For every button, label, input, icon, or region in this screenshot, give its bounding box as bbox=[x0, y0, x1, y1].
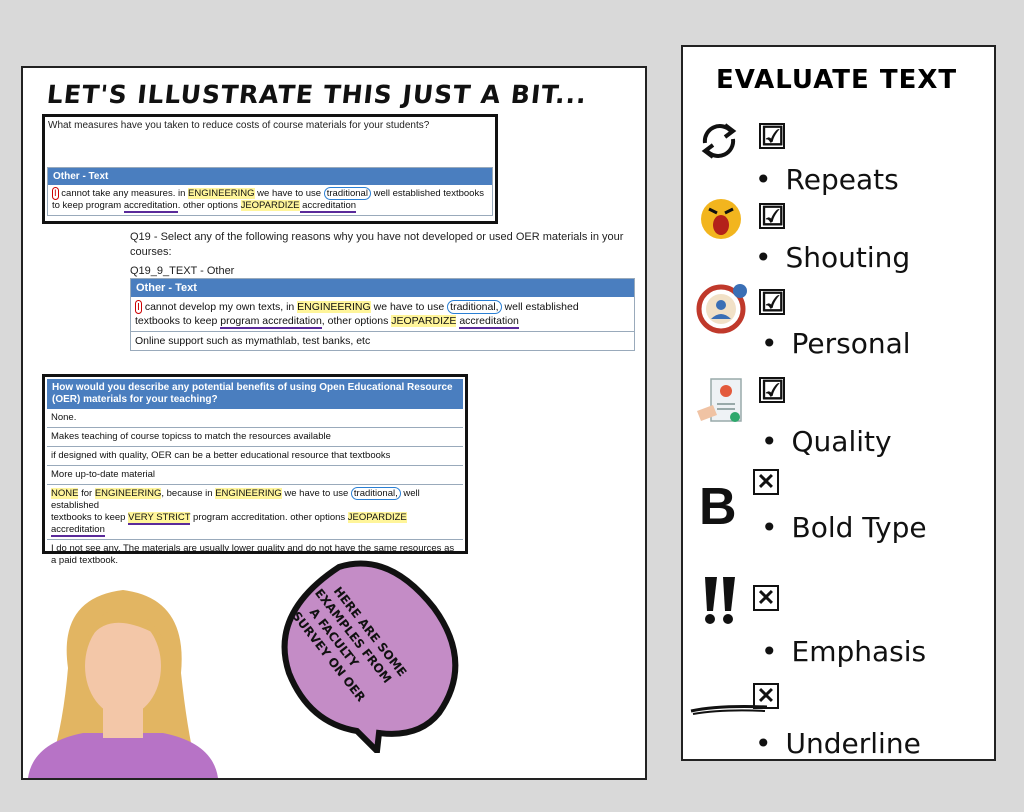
b2r5-e: ENGINEERING bbox=[215, 488, 282, 499]
survey-response-box-2: How would you describe any potential ben… bbox=[42, 374, 468, 566]
x-mark-icon: ✕ bbox=[756, 469, 776, 494]
survey-response-box-1: What measures have you taken to reduce c… bbox=[42, 114, 498, 224]
box1-l1-b: cannot take any measures. in bbox=[58, 188, 189, 199]
b2r5-2d: JEOPARDIZE bbox=[347, 512, 407, 523]
box1-l2-d: JEOPARDIZE bbox=[240, 200, 300, 211]
box1-l2-e: accreditation bbox=[299, 200, 357, 213]
x-mark-icon: ✕ bbox=[756, 683, 776, 708]
q19-table: Other - Text I cannot develop my own tex… bbox=[130, 278, 635, 351]
box1-question: What measures have you taken to reduce c… bbox=[48, 120, 430, 131]
b2r5-2a: textbooks to keep bbox=[51, 512, 129, 523]
q19-question: Q19 - Select any of the following reason… bbox=[130, 231, 624, 258]
box1-l1-d: we have to use bbox=[254, 188, 324, 199]
b2r5-g: traditional, bbox=[350, 487, 401, 500]
q19-l1-a: I bbox=[135, 300, 142, 314]
personal-settings-icon bbox=[696, 284, 747, 334]
label-repeats: Repeats bbox=[755, 163, 899, 196]
survey-illustration-panel: LET'S ILLUSTRATE THIS JUST A BIT... What… bbox=[21, 66, 647, 780]
b2r5-a: NONE bbox=[51, 488, 79, 499]
box2-row-5: NONE for ENGINEERING, because in ENGINEE… bbox=[47, 485, 463, 540]
box1-l1-f: well established textbooks bbox=[370, 188, 484, 199]
box1-l2-b: accreditation bbox=[123, 200, 178, 213]
box1-l1-e: traditional bbox=[323, 187, 371, 200]
personal-checkbox[interactable]: ☑ bbox=[759, 289, 785, 315]
b2r5-2c: program accreditation. other options bbox=[190, 512, 348, 523]
box2-row-3: if designed with quality, OER can be a b… bbox=[47, 447, 463, 466]
repeat-icon bbox=[701, 123, 737, 159]
box2-table-header: How would you describe any potential ben… bbox=[47, 379, 463, 409]
check-mark-icon: ☑ bbox=[761, 287, 785, 317]
box1-table-header: Other - Text bbox=[48, 168, 492, 185]
check-mark-icon: ☑ bbox=[761, 375, 785, 405]
underline-checkbox[interactable]: ✕ bbox=[753, 683, 779, 709]
box1-response-row: I cannot take any measures. in ENGINEERI… bbox=[48, 185, 492, 215]
box2-table: How would you describe any potential ben… bbox=[47, 379, 463, 570]
q19-l1-d: we have to use bbox=[370, 301, 448, 313]
q19-l2-d: JEOPARDIZE bbox=[391, 315, 457, 327]
box2-row-2: Makes teaching of course topicss to matc… bbox=[47, 428, 463, 447]
b2r5-b: for bbox=[78, 488, 95, 499]
emphasis-checkbox[interactable]: ✕ bbox=[753, 585, 779, 611]
box2-row-4: More up-to-date material bbox=[47, 466, 463, 485]
box1-l2-c: . other options bbox=[177, 200, 241, 211]
evaluate-title: EVALUATE TEXT bbox=[716, 65, 958, 95]
b2r5-2b: VERY STRICT bbox=[128, 512, 191, 525]
woman-avatar-icon bbox=[28, 590, 218, 778]
q19-l2-a: textbooks to keep bbox=[135, 315, 221, 327]
label-quality: Quality bbox=[761, 425, 892, 458]
b2r5-2e: accreditation bbox=[51, 524, 105, 537]
shouting-face-icon bbox=[701, 199, 741, 239]
evaluate-text-panel: EVALUATE TEXT ☑ Repeats ☑ Shouting ☑ Per… bbox=[681, 45, 996, 761]
label-personal: Personal bbox=[761, 327, 911, 360]
main-heading: LET'S ILLUSTRATE THIS JUST A BIT... bbox=[45, 80, 589, 109]
label-bold-type: Bold Type bbox=[761, 511, 927, 544]
check-mark-icon: ☑ bbox=[761, 121, 785, 151]
box1-l1-a: I bbox=[52, 187, 59, 200]
q19-l2-c: , other options bbox=[321, 315, 392, 327]
q19-subtitle: Q19_9_TEXT - Other bbox=[130, 265, 235, 277]
box1-l1-c: ENGINEERING bbox=[188, 188, 255, 199]
check-mark-icon: ☑ bbox=[761, 201, 785, 231]
double-exclamation-icon bbox=[705, 577, 735, 624]
q19-row-2: Online support such as mymathlab, test b… bbox=[135, 335, 371, 347]
x-mark-icon: ✕ bbox=[756, 585, 776, 610]
box1-l2-a: to keep program bbox=[52, 200, 124, 211]
bold-type-checkbox[interactable]: ✕ bbox=[753, 469, 779, 495]
q19-l2-f: accreditation bbox=[459, 315, 519, 329]
label-underline: Underline bbox=[755, 727, 921, 760]
shouting-checkbox[interactable]: ☑ bbox=[759, 203, 785, 229]
q19-section: Q19 - Select any of the following reason… bbox=[130, 230, 635, 351]
b2r5-c: ENGINEERING bbox=[94, 488, 162, 499]
speech-bubble: HERE ARE SOME EXAMPLES FROM A FACULTY SU… bbox=[281, 560, 459, 753]
certificate-icon bbox=[697, 378, 742, 422]
q19-l1-c: ENGINEERING bbox=[297, 301, 371, 313]
q19-l1-f: well established bbox=[501, 301, 579, 313]
q19-l2-b: program accreditation bbox=[220, 315, 322, 329]
box1-table: Other - Text I cannot take any measures.… bbox=[47, 167, 493, 216]
label-emphasis: Emphasis bbox=[761, 635, 927, 668]
box2-row-1: None. bbox=[47, 409, 463, 428]
b2r5-f: we have to use bbox=[281, 488, 351, 499]
repeats-checkbox[interactable]: ☑ bbox=[759, 123, 785, 149]
q19-response-row: I cannot develop my own texts, in ENGINE… bbox=[131, 297, 634, 332]
q19-l1-e: traditional, bbox=[447, 300, 502, 314]
quality-checkbox[interactable]: ☑ bbox=[759, 377, 785, 403]
b2r5-d: , because in bbox=[161, 488, 216, 499]
bold-b-icon: B bbox=[699, 478, 737, 536]
q19-l1-b: cannot develop my own texts, in bbox=[141, 301, 298, 313]
label-shouting: Shouting bbox=[755, 241, 911, 274]
q19-table-header: Other - Text bbox=[131, 279, 634, 297]
